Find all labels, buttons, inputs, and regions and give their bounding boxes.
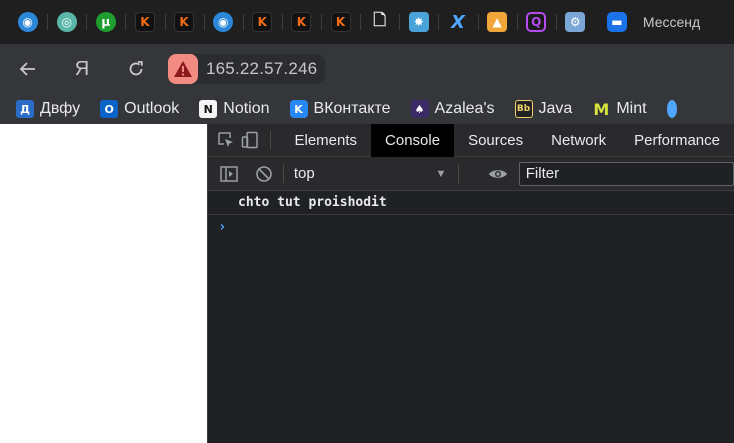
puzzle-icon: ✸ — [408, 12, 429, 32]
q-icon: Q — [526, 12, 547, 32]
pinned-tab-1[interactable]: ◉ — [8, 0, 47, 44]
divider — [282, 164, 284, 183]
bookmark-notion[interactable]: N Notion — [199, 100, 270, 118]
sidebar-toggle-icon[interactable] — [216, 161, 241, 187]
inspect-element-icon[interactable] — [214, 124, 238, 157]
page-viewport[interactable] — [0, 124, 207, 443]
outlook-icon: O — [100, 100, 119, 118]
tab-strip: ◉ ◎ µ K K ◉ K K K 🗋 ✸ X ▲ Q ⚙ ▬ Мессенд — [0, 0, 734, 44]
active-tab[interactable]: ▬ Мессенд — [597, 0, 734, 44]
context-value: top — [293, 165, 315, 182]
bookmark-label: Azalea's — [434, 100, 495, 117]
kinopoisk-icon: K — [252, 12, 273, 32]
figma-icon: ▲ — [487, 12, 508, 32]
pinned-tab-15[interactable]: ⚙ — [555, 0, 595, 44]
clear-console-icon[interactable] — [251, 161, 276, 187]
overflow-bookmark-icon — [666, 100, 677, 118]
reload-icon — [129, 61, 143, 76]
pinned-tab-6[interactable]: ◉ — [203, 0, 243, 44]
kinopoisk-icon: K — [174, 12, 195, 32]
gear-icon: ⚙ — [565, 12, 586, 32]
azalea-icon: ♠ — [410, 100, 429, 118]
kinopoisk-icon: K — [291, 12, 312, 32]
gamepad-icon: ◉ — [213, 12, 234, 32]
divider — [269, 131, 271, 149]
x-icon: X — [450, 11, 465, 33]
document-icon: 🗋 — [373, 9, 387, 29]
tab-sources[interactable]: Sources — [454, 124, 537, 157]
tab-elements[interactable]: Elements — [281, 124, 372, 157]
live-expression-eye-icon[interactable] — [485, 161, 510, 187]
pinned-tab-2[interactable]: ◎ — [47, 0, 86, 44]
console-prompt[interactable]: › — [208, 215, 734, 239]
tab-console[interactable]: Console — [371, 123, 455, 157]
bb-icon: Bb — [514, 100, 533, 118]
back-arrow-icon — [19, 62, 35, 76]
tab-performance[interactable]: Performance — [620, 124, 734, 157]
bookmark-label: Notion — [223, 100, 270, 117]
utorrent-icon: µ — [95, 12, 116, 32]
bookmark-vk[interactable]: K ВКонтакте — [289, 100, 391, 118]
pinned-tab-5[interactable]: K — [164, 0, 204, 44]
device-toolbar-icon[interactable] — [238, 124, 262, 157]
gamepad-icon: ◉ — [17, 12, 38, 32]
bookmark-azalea[interactable]: ♠ Azalea's — [410, 100, 495, 118]
kinopoisk-icon: K — [330, 12, 351, 32]
pinned-tab-13[interactable]: ▲ — [477, 0, 517, 44]
context-selector[interactable]: top ▼ — [292, 161, 453, 187]
vk-icon: K — [289, 100, 308, 118]
bookmark-label: Java — [538, 100, 573, 117]
bookmark-dvfu[interactable]: Д Двфу — [16, 100, 80, 118]
pinned-tab-12[interactable]: X — [438, 0, 477, 44]
devtools-tab-bar: Elements Console Sources Network Perform… — [208, 123, 734, 157]
notion-icon: N — [199, 100, 218, 118]
divider — [458, 164, 460, 183]
pinned-tab-7[interactable]: K — [242, 0, 282, 44]
kinopoisk-icon: K — [134, 12, 155, 32]
pinned-tab-8[interactable]: K — [281, 0, 321, 44]
tab-network[interactable]: Network — [537, 124, 620, 157]
bookmark-label: Outlook — [124, 100, 180, 117]
bookmark-overflow[interactable] — [666, 100, 677, 118]
pinned-tab-11[interactable]: ✸ — [399, 0, 438, 44]
pinned-tab-9[interactable]: K — [321, 0, 360, 44]
browser-toolbar: Я 165.22.57.246 — [0, 44, 734, 94]
dvfu-icon: Д — [16, 100, 34, 118]
tab-title: Мессенд — [642, 14, 701, 30]
url-text[interactable]: 165.22.57.246 — [206, 59, 317, 79]
bookmark-mint[interactable]: M Mint — [592, 99, 647, 119]
caret-down-icon: ▼ — [435, 167, 447, 180]
address-bar[interactable]: 165.22.57.246 — [168, 54, 326, 84]
back-button[interactable] — [10, 51, 46, 87]
bookmark-label: Mint — [616, 100, 647, 117]
pinned-tab-4[interactable]: K — [125, 0, 164, 44]
bookmark-label: Двфу — [40, 100, 81, 117]
mint-icon: M — [593, 99, 610, 119]
yandex-button[interactable]: Я — [64, 51, 100, 87]
warning-icon[interactable] — [168, 54, 198, 84]
bookmark-java[interactable]: Bb Java — [514, 100, 573, 118]
devtools-panel: Elements Console Sources Network Perform… — [207, 123, 734, 443]
bookmark-label: ВКонтакте — [313, 100, 391, 117]
console-message: chto tut proishodit — [208, 191, 734, 215]
game-controller-icon: ◎ — [56, 12, 77, 32]
pinned-tab-14[interactable]: Q — [516, 0, 556, 44]
console-toolbar: top ▼ Filter — [208, 157, 734, 191]
filter-input[interactable]: Filter — [518, 161, 734, 186]
pinned-tab-10[interactable]: 🗋 — [360, 0, 399, 44]
pinned-tab-3[interactable]: µ — [86, 0, 125, 44]
bookmark-outlook[interactable]: O Outlook — [100, 100, 179, 118]
bookmarks-bar: Д Двфу O Outlook N Notion K ВКонтакте ♠ Azale… — [0, 94, 734, 124]
messenger-icon: ▬ — [606, 12, 627, 32]
reload-button[interactable] — [118, 51, 154, 87]
